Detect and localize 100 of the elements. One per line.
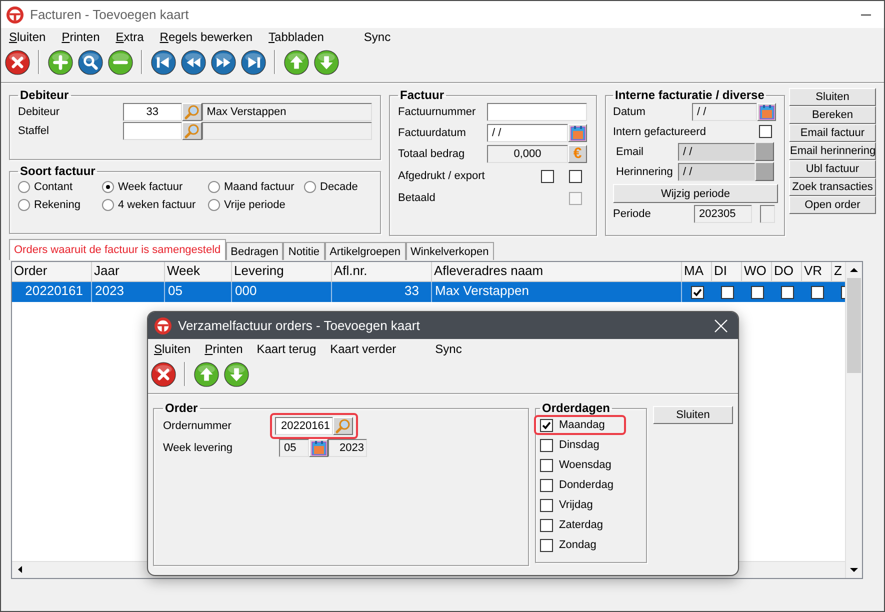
menu-item[interactable]: Sluiten [9, 30, 46, 44]
checkbox[interactable] [759, 125, 772, 138]
search-icon[interactable] [78, 50, 103, 74]
checkbox-row[interactable]: Vrijdag [534, 495, 626, 515]
search-button[interactable] [182, 102, 202, 120]
arrow-down-icon[interactable] [314, 50, 339, 74]
picker-button[interactable] [755, 142, 774, 161]
action-button[interactable]: Open order [789, 196, 876, 214]
skip-forward-icon[interactable] [241, 50, 266, 74]
menu-item[interactable]: Sync [435, 342, 462, 356]
checkbox[interactable] [569, 170, 582, 182]
checkbox[interactable] [541, 170, 554, 182]
search-icon [184, 104, 200, 120]
menu-item[interactable]: Extra [116, 30, 144, 44]
checkbox[interactable] [540, 538, 553, 552]
action-button[interactable]: Ubl factuur [789, 160, 876, 178]
action-button[interactable]: Email herinnering [789, 142, 876, 160]
calendar-button[interactable] [568, 124, 587, 142]
tab[interactable]: Artikelgroepen [324, 242, 406, 260]
column-header[interactable]: Z [832, 262, 845, 282]
scrollbar-thumb[interactable] [847, 278, 861, 373]
checkbox[interactable] [540, 518, 553, 532]
checkbox[interactable] [540, 418, 553, 432]
tab[interactable]: Notitie [283, 242, 325, 260]
radio-button[interactable] [102, 181, 114, 193]
arrow-up-icon[interactable] [194, 362, 219, 386]
action-button[interactable]: Zoek transacties [789, 178, 876, 196]
checkbox[interactable] [540, 498, 553, 512]
date-field[interactable]: / / [692, 102, 757, 120]
checkbox-row[interactable]: Donderdag [534, 475, 626, 495]
menu-item[interactable]: Printen [204, 342, 243, 356]
radio-button[interactable] [18, 181, 30, 193]
menu-item[interactable]: Printen [62, 30, 100, 44]
checkbox-row[interactable]: Maandag [534, 415, 626, 435]
close-button[interactable]: Sluiten [653, 406, 733, 424]
menu-item[interactable]: Sluiten [154, 342, 191, 356]
search-button[interactable] [333, 417, 353, 435]
close-icon[interactable] [5, 50, 30, 74]
menu-item[interactable]: Regels bewerken [160, 30, 253, 44]
picker-button[interactable] [755, 162, 774, 181]
radio-button[interactable] [208, 199, 220, 211]
table-cell: 000 [232, 282, 332, 302]
column-header[interactable]: DO [772, 262, 802, 282]
input-field[interactable] [487, 102, 587, 120]
column-header[interactable]: Order [12, 262, 92, 282]
input-field[interactable]: 33 [123, 102, 182, 120]
rewind-icon[interactable] [181, 50, 206, 74]
checkbox[interactable] [780, 286, 794, 298]
column-header[interactable]: MA [682, 262, 712, 282]
checkbox-label: Afgedrukt / export [398, 170, 485, 182]
menu-item[interactable]: Sync [364, 30, 391, 44]
checkbox-row[interactable]: Zondag [534, 535, 626, 555]
radio-button[interactable] [304, 181, 316, 193]
radio-button[interactable] [208, 181, 220, 193]
action-button[interactable]: Bereken [789, 106, 876, 124]
arrow-up-icon[interactable] [284, 50, 309, 74]
menu-item[interactable]: Kaart terug [256, 342, 316, 356]
checkbox[interactable] [690, 286, 704, 298]
input-field[interactable] [123, 122, 182, 140]
radio-button[interactable] [18, 199, 30, 211]
tab[interactable]: Winkelverkopen [406, 242, 494, 260]
calendar-button[interactable] [757, 102, 776, 120]
arrow-down-icon[interactable] [224, 362, 249, 386]
checkbox-row[interactable]: Woensdag [534, 455, 626, 475]
checkbox[interactable] [540, 438, 553, 452]
menu-item[interactable]: Kaart verder [330, 342, 396, 356]
radio-label: Maand factuur [224, 181, 294, 193]
checkbox-row[interactable]: Dinsdag [534, 435, 626, 455]
skip-back-icon[interactable] [151, 50, 176, 74]
radio-button[interactable] [102, 199, 114, 211]
calendar-button[interactable] [309, 439, 328, 457]
action-button[interactable]: Sluiten [789, 88, 876, 106]
column-header[interactable]: Afl.nr. [332, 262, 432, 282]
minus-icon[interactable] [108, 50, 133, 74]
column-header[interactable]: WO [742, 262, 772, 282]
vertical-scrollbar[interactable] [845, 262, 862, 578]
date-field[interactable]: / / [487, 124, 568, 142]
column-header[interactable]: Week [165, 262, 232, 282]
input-field[interactable]: 20220161 [275, 417, 333, 435]
column-header[interactable]: DI [712, 262, 742, 282]
fast-forward-icon[interactable] [211, 50, 236, 74]
table-row[interactable]: 20220161 2023 05 000 33 Max Verstappen [12, 282, 845, 302]
action-button[interactable]: Email factuur [789, 124, 876, 142]
tab[interactable]: Bedragen [226, 242, 284, 260]
column-header[interactable]: Afleveradres naam [432, 262, 682, 282]
checkbox[interactable] [540, 458, 553, 472]
checkbox[interactable] [720, 286, 734, 298]
column-header[interactable]: Jaar [92, 262, 165, 282]
checkbox[interactable] [810, 286, 824, 298]
column-header[interactable]: VR [802, 262, 832, 282]
close-icon[interactable] [151, 362, 176, 386]
checkbox[interactable] [750, 286, 764, 298]
search-button[interactable] [182, 122, 202, 140]
checkbox[interactable] [540, 478, 553, 492]
tab[interactable]: Orders waaruit de factuur is samengesteld [9, 239, 226, 260]
change-period-button[interactable]: Wijzig periode [613, 184, 778, 203]
plus-icon[interactable] [48, 50, 73, 74]
menu-item[interactable]: Tabbladen [268, 30, 324, 44]
column-header[interactable]: Levering [232, 262, 332, 282]
checkbox-row[interactable]: Zaterdag [534, 515, 626, 535]
